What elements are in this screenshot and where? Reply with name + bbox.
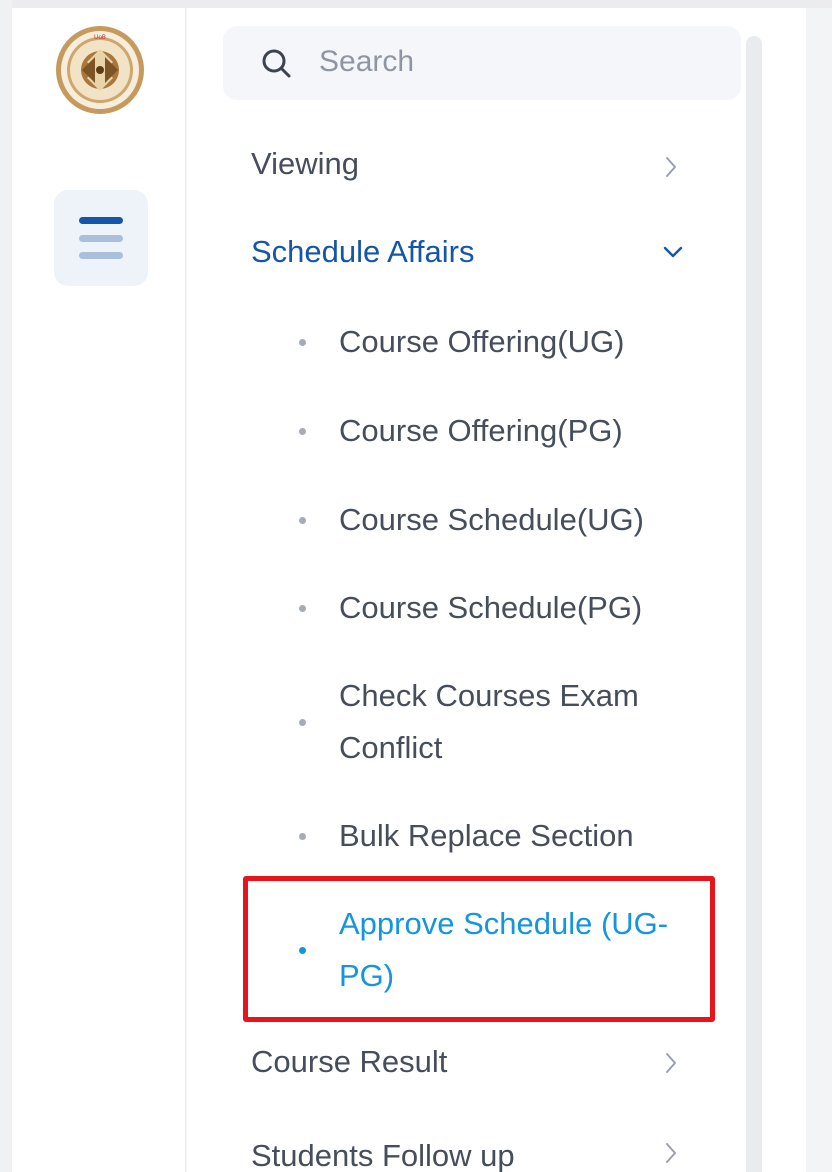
svg-text:UoB: UoB bbox=[94, 35, 106, 41]
sub-item-label: Course Schedule(UG) bbox=[339, 502, 644, 537]
nav-item-course-result[interactable]: Course Result bbox=[251, 1036, 691, 1088]
icon-rail: UoB bbox=[12, 8, 186, 1172]
window-top-edge bbox=[0, 0, 832, 8]
bullet-icon bbox=[299, 339, 306, 346]
sub-item-label-line1: Check Courses Exam bbox=[339, 678, 639, 713]
bullet-icon bbox=[299, 719, 306, 726]
sub-item-label: Course Schedule(PG) bbox=[339, 590, 643, 625]
search-input[interactable] bbox=[319, 36, 699, 88]
hamburger-bar bbox=[79, 252, 123, 259]
content-area bbox=[762, 8, 806, 1172]
chevron-right-icon bbox=[666, 1143, 676, 1163]
bullet-icon bbox=[299, 517, 306, 524]
nav-item-students-follow-up[interactable]: Students Follow up bbox=[251, 1130, 691, 1172]
university-seal-icon: UoB bbox=[56, 26, 144, 114]
bullet-icon bbox=[299, 428, 306, 435]
nav-scrollbar[interactable] bbox=[746, 36, 762, 1172]
app-frame: UoB Viewing Schedule Affairs bbox=[0, 0, 832, 1172]
sub-item-label-line2: Conflict bbox=[339, 730, 443, 765]
sub-item-check-courses-exam-conflict[interactable]: Check Courses Exam Conflict bbox=[287, 670, 727, 774]
chevron-down-icon bbox=[663, 246, 683, 258]
sub-item-label: Course Offering(UG) bbox=[339, 324, 625, 359]
hamburger-bar bbox=[79, 235, 123, 242]
highlight-box bbox=[243, 876, 715, 1022]
nav-item-label: Viewing bbox=[251, 146, 360, 181]
search-icon bbox=[262, 49, 291, 78]
sub-item-label: Bulk Replace Section bbox=[339, 818, 634, 853]
chevron-right-icon bbox=[666, 1053, 676, 1073]
nav-item-label: Course Result bbox=[251, 1044, 448, 1079]
menu-toggle-button[interactable] bbox=[54, 190, 148, 286]
nav-item-schedule-affairs[interactable]: Schedule Affairs bbox=[251, 226, 691, 278]
hamburger-menu-icon bbox=[79, 217, 123, 224]
bullet-icon bbox=[299, 605, 306, 612]
nav-item-viewing[interactable]: Viewing bbox=[251, 138, 691, 190]
university-logo[interactable]: UoB bbox=[55, 25, 145, 115]
bullet-icon bbox=[299, 833, 306, 840]
content-edge bbox=[806, 8, 832, 1172]
sub-item-label: Course Offering(PG) bbox=[339, 413, 623, 448]
chevron-right-icon bbox=[666, 157, 676, 177]
search-box[interactable] bbox=[223, 26, 741, 100]
nav-item-label: Students Follow up bbox=[251, 1138, 515, 1172]
nav-item-label: Schedule Affairs bbox=[251, 234, 475, 269]
window-left-edge bbox=[0, 0, 12, 1172]
